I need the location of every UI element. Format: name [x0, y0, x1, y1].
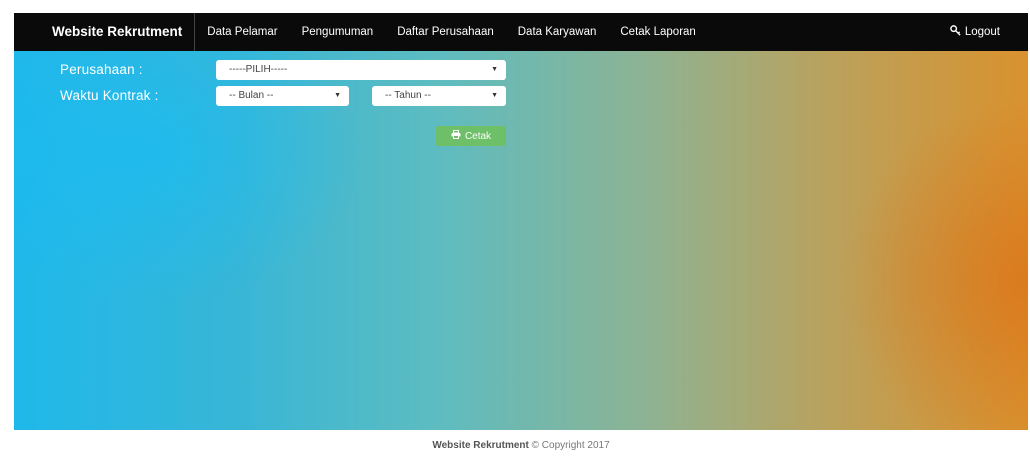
- footer-copyright: © Copyright 2017: [531, 440, 610, 451]
- browser-page: Website Rekrutment Data Pelamar Pengumum…: [14, 13, 1028, 462]
- nav-item-data-karyawan[interactable]: Data Karyawan: [506, 13, 609, 51]
- chevron-down-icon: ▼: [491, 66, 498, 73]
- top-navbar: Website Rekrutment Data Pelamar Pengumum…: [14, 13, 1028, 51]
- tahun-select-value: -- Tahun --: [385, 90, 431, 101]
- screenshot-frame: Website Rekrutment Data Pelamar Pengumum…: [0, 0, 1030, 465]
- print-icon: [451, 130, 461, 142]
- page-footer: Website Rekrutment © Copyright 2017: [14, 430, 1028, 462]
- waktu-kontrak-label: Waktu Kontrak :: [60, 88, 159, 103]
- main-content: Perusahaan : -----PILIH----- ▼ Waktu Kon…: [14, 51, 1028, 430]
- navbar-brand[interactable]: Website Rekrutment: [14, 13, 196, 51]
- logout-link[interactable]: Logout: [949, 25, 1028, 39]
- chevron-down-icon: ▼: [334, 92, 341, 99]
- tahun-select[interactable]: -- Tahun -- ▼: [372, 86, 506, 106]
- cetak-button[interactable]: Cetak: [436, 126, 506, 146]
- key-icon: [949, 25, 961, 39]
- perusahaan-select[interactable]: -----PILIH----- ▼: [216, 60, 506, 80]
- nav-item-pengumuman[interactable]: Pengumuman: [290, 13, 386, 51]
- footer-brand: Website Rekrutment: [432, 440, 529, 451]
- cetak-label: Cetak: [464, 130, 492, 142]
- perusahaan-select-value: -----PILIH-----: [229, 64, 288, 75]
- logout-label: Logout: [964, 26, 1000, 38]
- perusahaan-label: Perusahaan :: [60, 62, 143, 77]
- nav-item-daftar-perusahaan[interactable]: Daftar Perusahaan: [385, 13, 506, 51]
- bulan-select-value: -- Bulan --: [229, 90, 274, 101]
- nav-item-data-pelamar[interactable]: Data Pelamar: [195, 13, 289, 51]
- chevron-down-icon: ▼: [491, 92, 498, 99]
- nav-item-cetak-laporan[interactable]: Cetak Laporan: [608, 13, 707, 51]
- bulan-select[interactable]: -- Bulan -- ▼: [216, 86, 349, 106]
